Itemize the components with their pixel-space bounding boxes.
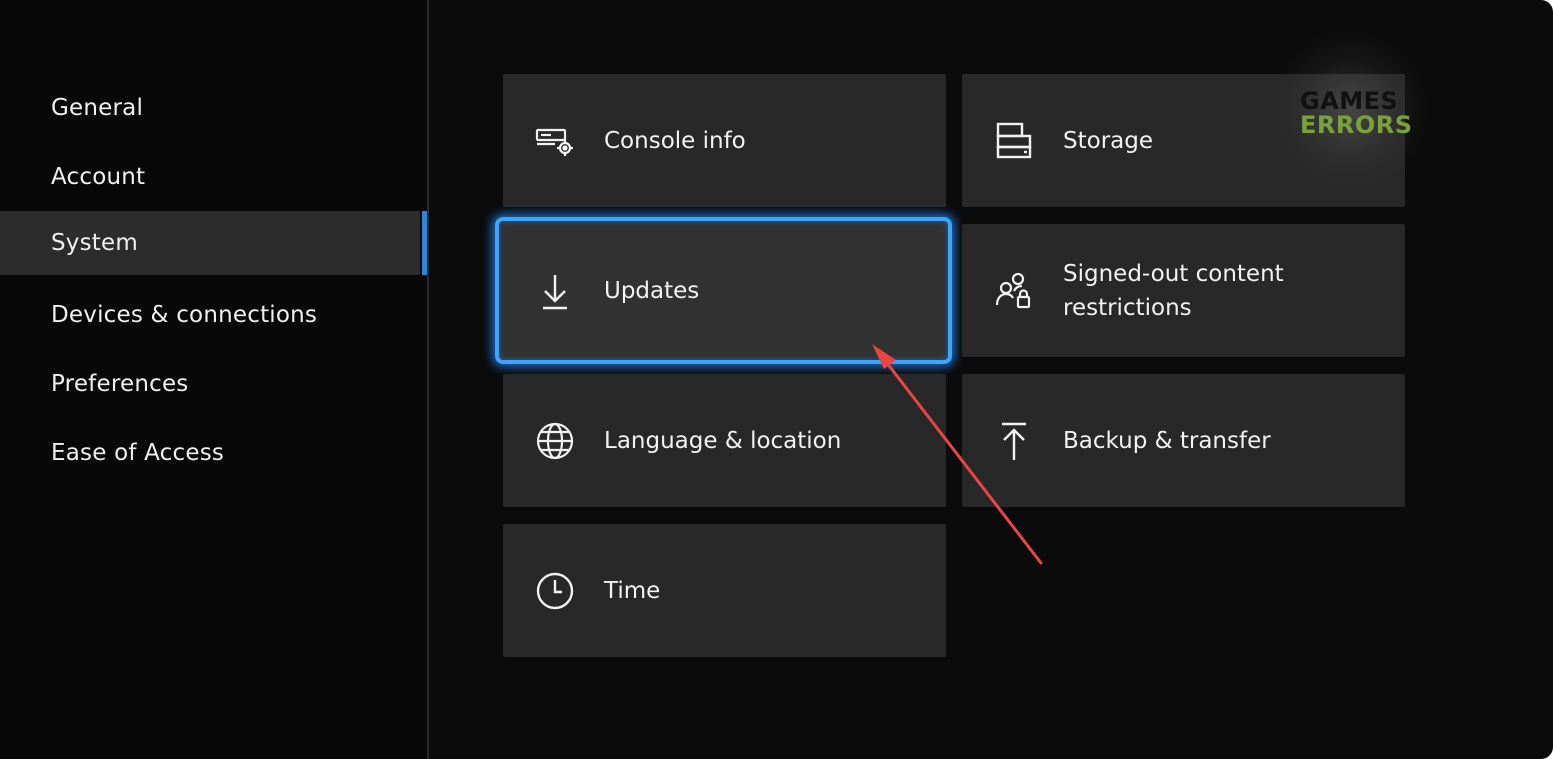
storage-label: Storage <box>1063 127 1153 154</box>
sidebar-item-system[interactable]: System <box>0 211 420 275</box>
updates-label: Updates <box>604 277 700 304</box>
backup-transfer-tile[interactable]: Backup & transfer <box>962 374 1405 507</box>
family-lock-icon <box>994 271 1034 311</box>
download-icon <box>535 271 575 311</box>
backup-transfer-label: Backup & transfer <box>1063 427 1271 454</box>
settings-sidebar: General Account System Devices & connect… <box>0 0 427 759</box>
upload-icon <box>994 421 1034 461</box>
time-tile[interactable]: Time <box>503 524 946 657</box>
console-info-icon <box>535 121 575 161</box>
language-location-tile[interactable]: Language & location <box>503 374 946 507</box>
sidebar-item-account[interactable]: Account <box>0 145 420 209</box>
clock-icon <box>535 571 575 611</box>
sidebar-item-ease-of-access[interactable]: Ease of Access <box>0 421 420 485</box>
signed-out-content-label: Signed-out content restrictions <box>1063 257 1284 325</box>
sidebar-item-general[interactable]: General <box>0 76 420 140</box>
storage-icon <box>994 121 1034 161</box>
signed-out-content-tile[interactable]: Signed-out content restrictions <box>962 224 1405 357</box>
signed-out-content-line2: restrictions <box>1063 294 1192 321</box>
sidebar-item-devices-connections[interactable]: Devices & connections <box>0 283 420 347</box>
console-info-tile[interactable]: Console info <box>503 74 946 207</box>
globe-icon <box>535 421 575 461</box>
updates-tile[interactable]: Updates <box>495 217 952 364</box>
language-location-label: Language & location <box>604 427 842 454</box>
watermark-logo-bottom: ERRORS <box>1300 111 1413 139</box>
console-info-label: Console info <box>604 127 746 154</box>
settings-screen: General Account System Devices & connect… <box>0 0 1553 759</box>
time-label: Time <box>604 577 661 604</box>
sidebar-item-preferences[interactable]: Preferences <box>0 352 420 416</box>
signed-out-content-line1: Signed-out content <box>1063 260 1284 287</box>
sidebar-divider <box>427 0 429 759</box>
